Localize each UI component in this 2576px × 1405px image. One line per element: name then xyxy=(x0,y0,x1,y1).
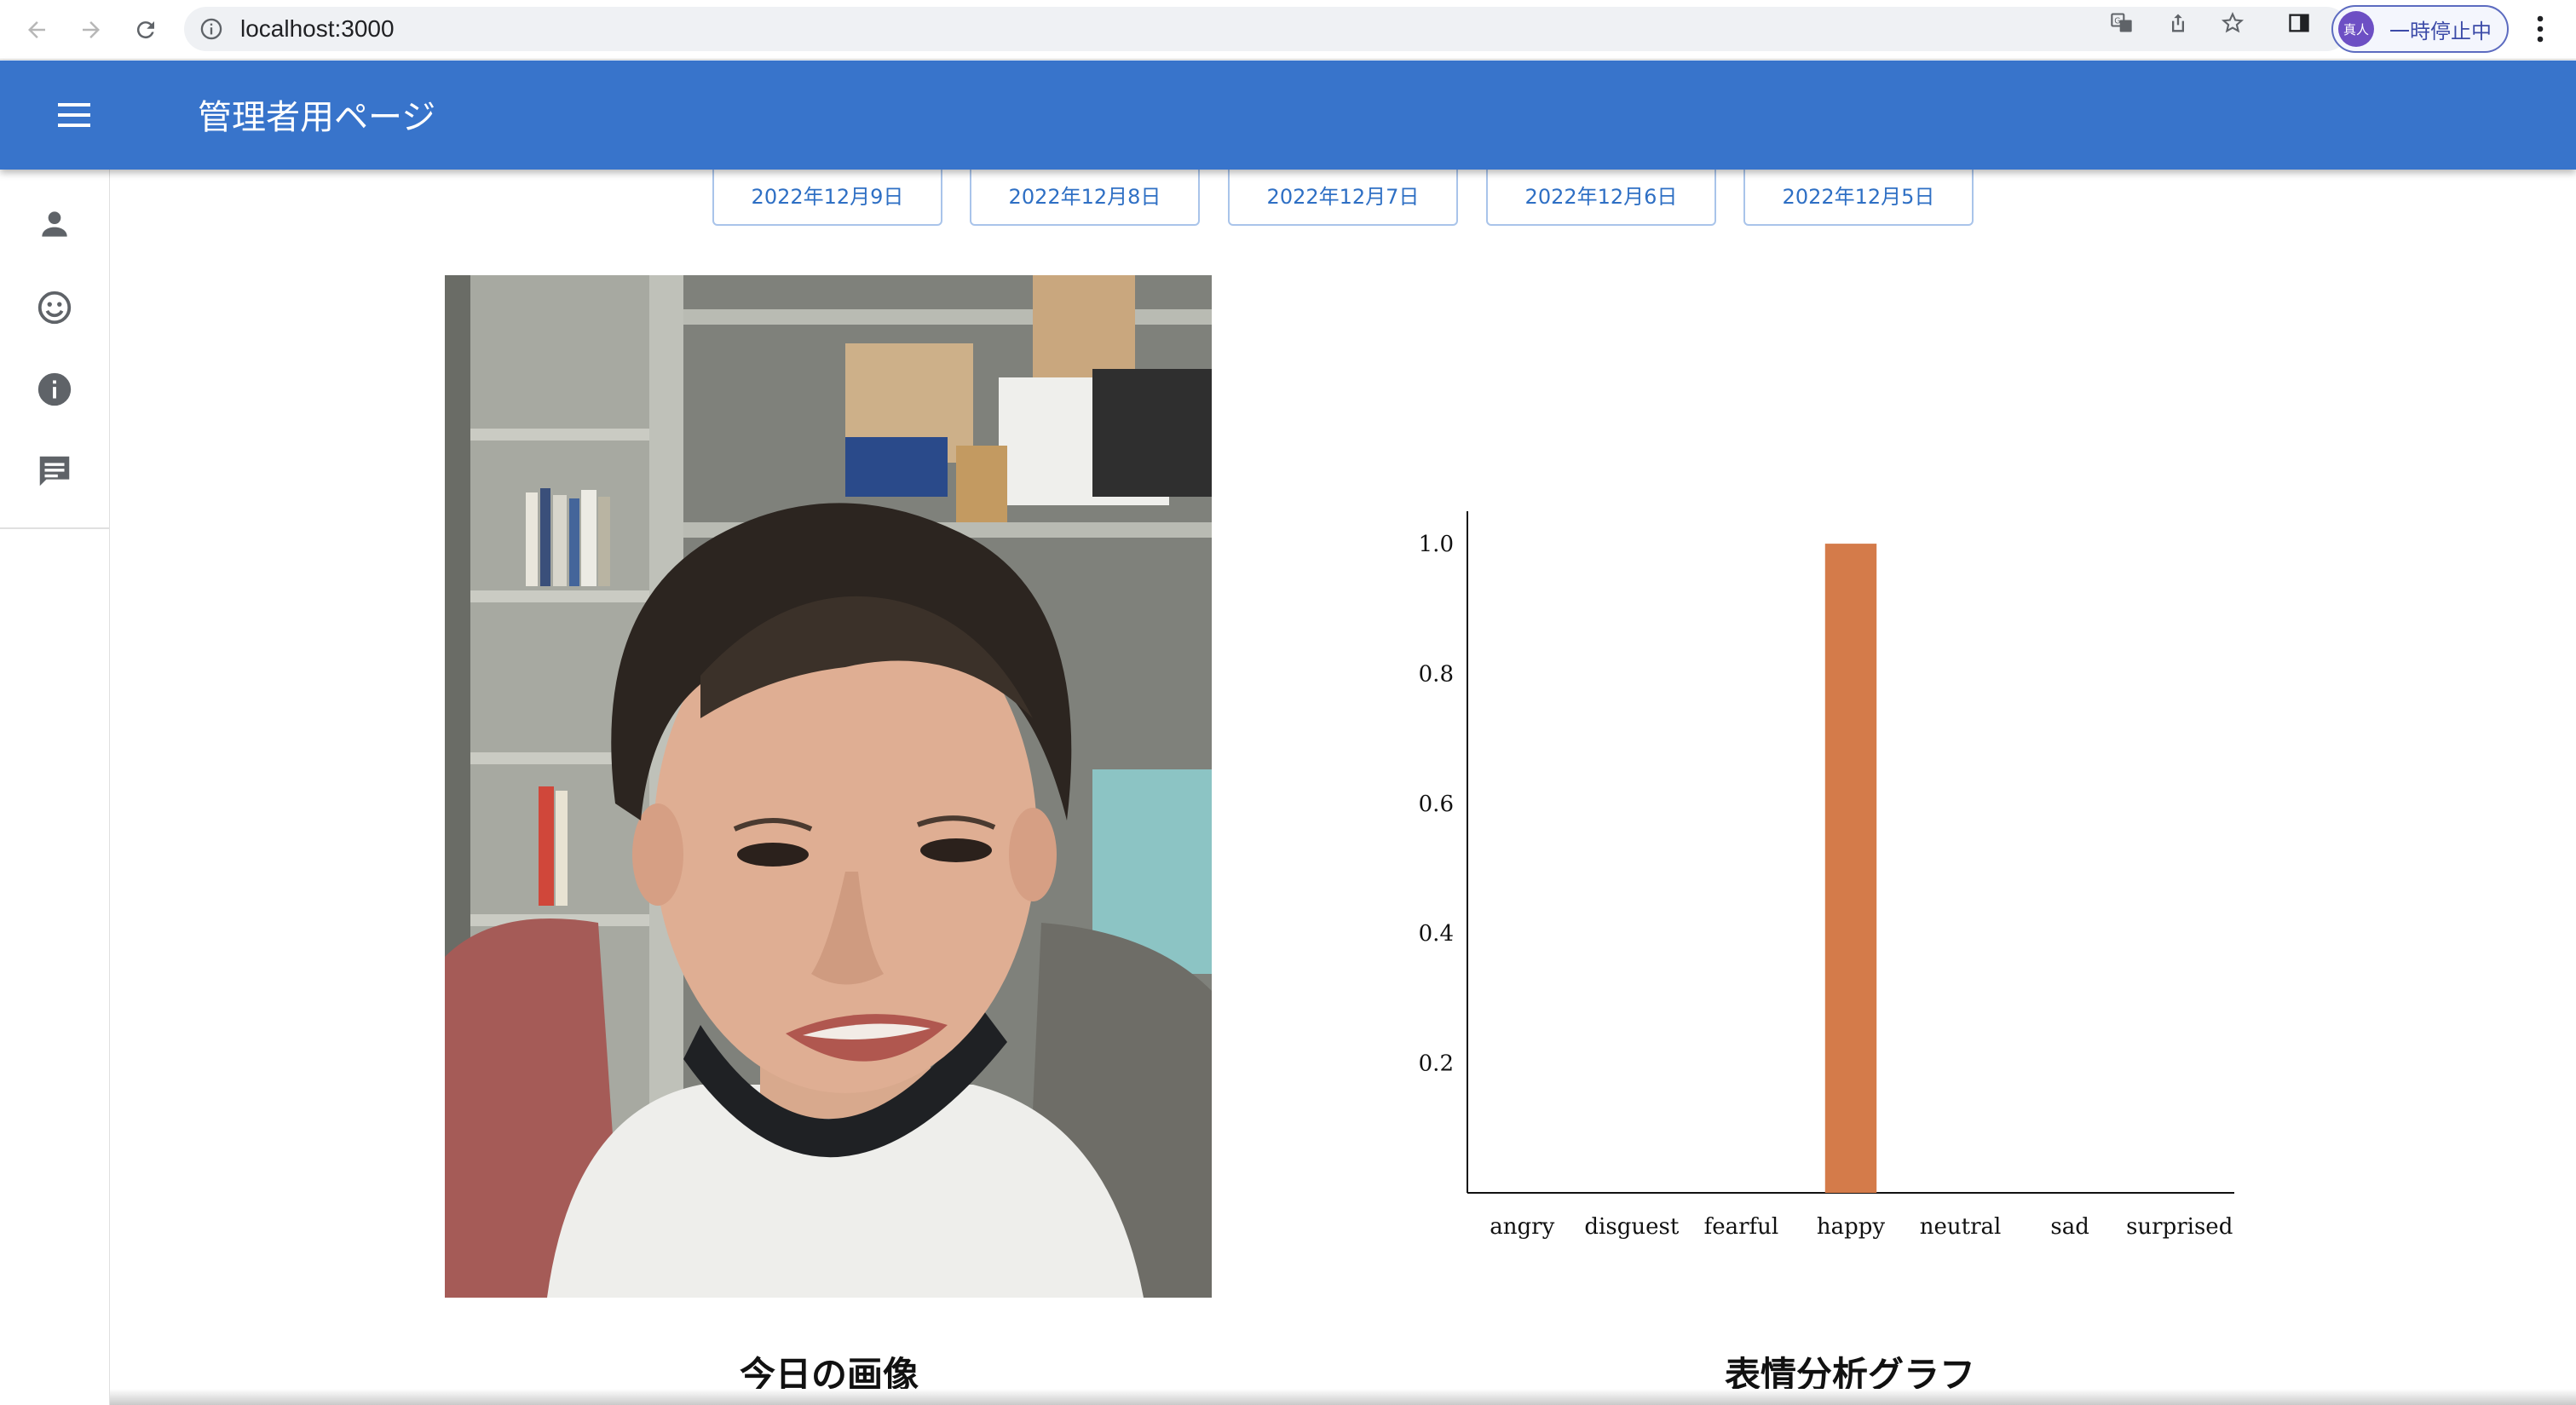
y-tick-label: 0.2 xyxy=(1419,1051,1454,1077)
x-tick-label: neutral xyxy=(1920,1214,2002,1240)
date-button[interactable]: 2022年12月6日 xyxy=(1486,164,1716,226)
drawer-item-chat[interactable] xyxy=(26,442,84,500)
forward-arrow-icon xyxy=(83,21,100,38)
reload-button[interactable] xyxy=(128,12,164,48)
date-button[interactable]: 2022年12月8日 xyxy=(970,164,1200,226)
smiley-face-icon xyxy=(37,291,72,325)
y-tick-label: 0.6 xyxy=(1419,792,1454,817)
emotion-bar-chart: 1.0 0.8 0.6 0.4 0.2 angry disguest fearful happ… xyxy=(1419,511,2234,1240)
profile-button[interactable]: 真人 一時停止中 xyxy=(2331,5,2509,53)
x-tick-label: disguest xyxy=(1584,1214,1679,1240)
chat-message-icon xyxy=(39,456,70,487)
y-tick-label: 0.8 xyxy=(1419,661,1454,687)
svg-text:G: G xyxy=(2114,17,2120,26)
forward-button[interactable] xyxy=(73,12,109,48)
date-button[interactable]: 2022年12月7日 xyxy=(1228,164,1458,226)
drawer-item-person[interactable] xyxy=(26,195,84,253)
y-tick-label: 1.0 xyxy=(1419,532,1454,557)
avatar: 真人 xyxy=(2338,11,2374,47)
side-drawer xyxy=(0,170,110,1405)
drawer-item-emotion[interactable] xyxy=(26,279,84,337)
site-info-icon[interactable] xyxy=(199,17,223,41)
back-button[interactable] xyxy=(19,12,55,48)
page-title: 管理者用ページ xyxy=(198,98,436,137)
y-tick-label: 0.4 xyxy=(1419,921,1454,947)
x-tick-label: angry xyxy=(1490,1214,1554,1240)
profile-status: 一時停止中 xyxy=(2389,19,2492,43)
app-bar: 管理者用ページ xyxy=(0,60,2576,170)
share-icon[interactable] xyxy=(2166,11,2190,35)
menu-icon[interactable] xyxy=(53,100,95,130)
more-vert-icon[interactable] xyxy=(2527,14,2553,44)
browser-toolbar: localhost:3000 G 真人 一時停止中 xyxy=(0,0,2576,60)
x-tick-label: fearful xyxy=(1704,1214,1779,1240)
side-panel-icon[interactable] xyxy=(2287,11,2311,35)
person-icon xyxy=(42,211,67,237)
address-bar[interactable]: localhost:3000 xyxy=(184,7,2348,51)
date-button[interactable]: 2022年12月9日 xyxy=(712,164,942,226)
x-tick-label: surprised xyxy=(2126,1214,2233,1240)
page-bottom-edge xyxy=(110,1389,2576,1405)
info-icon xyxy=(37,372,72,406)
back-arrow-icon xyxy=(28,21,45,38)
translate-icon[interactable]: G xyxy=(2110,11,2134,35)
reload-icon xyxy=(136,21,154,39)
x-tick-label: sad xyxy=(2050,1214,2089,1240)
x-tick-label: happy xyxy=(1817,1214,1886,1240)
drawer-item-info[interactable] xyxy=(26,360,84,418)
url-text: localhost:3000 xyxy=(240,15,395,42)
today-photo xyxy=(445,275,1212,1298)
date-button[interactable]: 2022年12月5日 xyxy=(1743,164,1974,226)
star-icon[interactable] xyxy=(2221,11,2245,35)
drawer-divider xyxy=(0,527,110,529)
bar-happy xyxy=(1824,544,1877,1193)
